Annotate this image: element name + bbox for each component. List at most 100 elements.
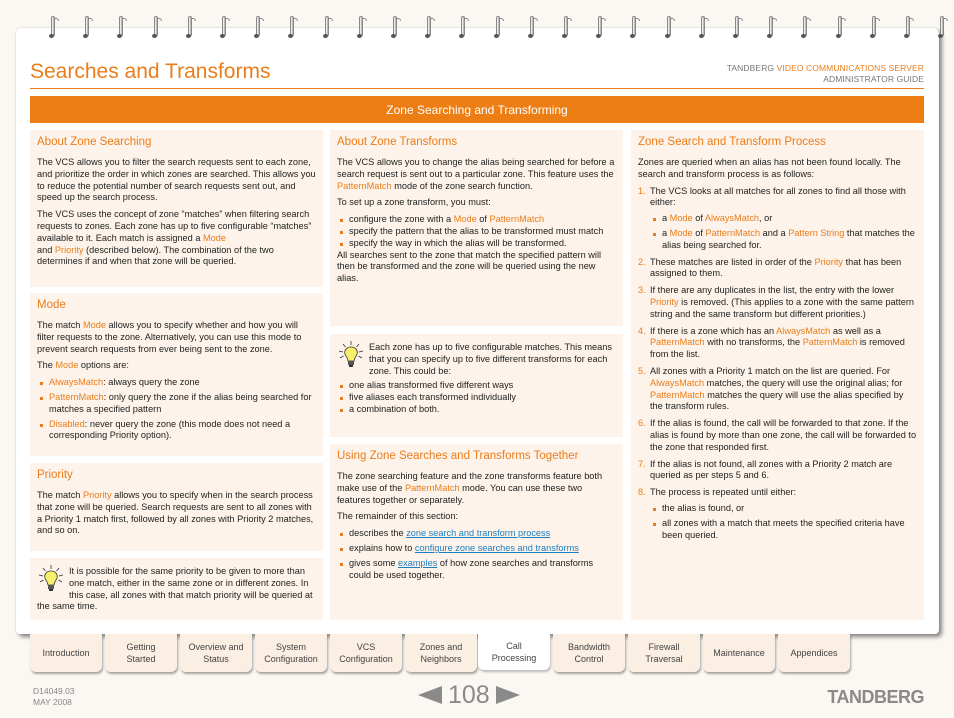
tab-vcs-configuration[interactable]: VCS Configuration — [330, 634, 402, 672]
guide-subtitle: ADMINISTRATOR GUIDE — [823, 74, 924, 84]
text: The process is repeated until either: — [650, 487, 797, 498]
title-divider — [30, 88, 924, 89]
paragraph: The Mode options are: — [37, 360, 316, 372]
mode-term: Mode — [669, 227, 693, 238]
text: If the alias is not found, all zones wit… — [650, 458, 893, 481]
binding-ring — [288, 16, 299, 38]
tab-overview-and-status[interactable]: Overview and Status — [180, 634, 252, 672]
binding-ring — [767, 16, 778, 38]
text: a — [662, 227, 670, 238]
transform-steps-list: configure the zone with a Mode of Patter… — [337, 214, 616, 249]
list-item: describes the zone search and transform … — [337, 528, 616, 540]
section-bar: Zone Searching and Transforming — [30, 96, 924, 123]
configure-link[interactable]: configure zone searches and transforms — [415, 543, 579, 553]
binding-ring — [904, 16, 914, 38]
previous-page-icon[interactable] — [418, 686, 442, 704]
tab-zones-and-neighbors[interactable]: Zones and Neighbors — [405, 634, 477, 672]
binding-ring — [869, 16, 880, 38]
alwaysmatch-term: AlwaysMatch — [650, 377, 705, 388]
binding-ring — [254, 16, 265, 38]
binding-ring — [151, 16, 162, 38]
binding-ring — [562, 16, 572, 38]
text: and — [37, 244, 55, 255]
paragraph: The remainder of this section: — [337, 511, 459, 522]
tab-label: VCS Configuration — [339, 642, 393, 664]
step-item: 1. The VCS looks at all matches for all z… — [638, 186, 917, 252]
doc-number: D14049.03 — [33, 686, 75, 696]
step-item: 7. If the alias is not found, all zones w… — [638, 459, 917, 483]
process-link[interactable]: zone search and transform process — [406, 528, 550, 538]
list-item: five aliases each transformed individual… — [337, 392, 616, 404]
list-item: AlwaysMatch: always query the zone — [37, 377, 316, 389]
tab-appendices[interactable]: Appendices — [778, 634, 850, 672]
binding-ring — [630, 16, 641, 38]
text: mode of the zone search function. — [391, 180, 533, 191]
page-navigator: 108 — [418, 680, 520, 710]
about-zone-searching-heading: About Zone Searching — [37, 136, 152, 148]
text: These matches are listed in order of the — [650, 256, 815, 267]
step-sublist: the alias is found, or all zones with a … — [650, 503, 917, 541]
option-name: PatternMatch — [49, 391, 104, 402]
tab-label: Appendices — [790, 648, 838, 658]
list-item: one alias transformed five different way… — [337, 380, 616, 392]
text: If there are any duplicates in the list,… — [650, 285, 895, 296]
option-name: Disabled — [49, 418, 85, 429]
patternmatch-term: PatternMatch — [337, 180, 392, 191]
binding-ring — [733, 16, 743, 38]
about-zone-transforms-heading: About Zone Transforms — [337, 136, 458, 148]
priority-term: Priority — [814, 256, 844, 267]
about-zone-transforms-box: About Zone Transforms The VCS allows you… — [330, 130, 623, 326]
patternmatch-term: PatternMatch — [802, 337, 858, 348]
paragraph: The zone searching feature and the zone … — [337, 471, 616, 506]
step-item: 4. If there is a zone which has an Always… — [638, 326, 917, 361]
transforms-tip-box: Each zone has up to five configurable ma… — [330, 334, 623, 437]
binding-ring — [835, 16, 846, 38]
list-item: explains how to configure zone searches … — [337, 543, 616, 555]
priority-box: Priority The match Priority allows you t… — [30, 463, 323, 551]
step-number: 7. — [638, 458, 646, 469]
tab-system-configuration[interactable]: System Configuration — [255, 634, 327, 672]
tab-label: Overview and Status — [188, 642, 244, 664]
priority-tip-box: It is possible for the same priority to … — [30, 558, 323, 620]
chapter-tabs: Introduction Getting Started Overview and … — [30, 634, 860, 674]
paragraph: The VCS allows you to change the alias b… — [337, 157, 616, 192]
patternmatch-term: PatternMatch — [404, 482, 460, 493]
mode-term: Mode — [202, 232, 226, 243]
tab-introduction[interactable]: Introduction — [30, 634, 102, 672]
doc-date: MAY 2008 — [33, 697, 72, 707]
list-item: specify the pattern that the alias to be… — [337, 226, 616, 238]
tab-label: Zones and Neighbors — [419, 642, 463, 664]
list-item: a Mode of AlwaysMatch, or — [650, 213, 917, 225]
tab-firewall-traversal[interactable]: Firewall Traversal — [628, 634, 700, 672]
priority-heading: Priority — [37, 469, 73, 481]
examples-link[interactable]: examples — [398, 558, 437, 568]
document-id: D14049.03 MAY 2008 — [33, 686, 75, 708]
list-item: PatternMatch: only query the zone if the… — [37, 392, 316, 416]
tab-label: Bandwidth Control — [567, 642, 611, 664]
patternmatch-term: PatternMatch — [489, 214, 545, 225]
tab-label: Firewall Traversal — [645, 642, 683, 664]
lightbulb-icon — [338, 341, 364, 367]
tip-list: one alias transformed five different way… — [337, 380, 616, 415]
tab-maintenance[interactable]: Maintenance — [703, 634, 775, 672]
tab-call-processing[interactable]: Call Processing — [478, 634, 550, 670]
tab-getting-started[interactable]: Getting Started — [105, 634, 177, 672]
patternmatch-term: PatternMatch — [650, 337, 705, 348]
paragraph: The match Priority allows you to specify… — [37, 490, 316, 537]
binding-ring — [527, 16, 538, 38]
text: , or — [759, 213, 773, 224]
tandberg-logo: TANDBERG — [827, 687, 924, 707]
mode-heading: Mode — [37, 299, 66, 311]
next-page-icon[interactable] — [495, 686, 520, 704]
paragraph: Zones are queried when an alias has not … — [638, 157, 901, 179]
spiral-binding — [0, 16, 954, 42]
binding-ring — [49, 16, 59, 38]
mode-term: Mode — [669, 213, 693, 224]
mode-options-list: AlwaysMatch: always query the zone Patte… — [37, 377, 316, 442]
process-heading: Zone Search and Transform Process — [638, 136, 826, 148]
priority-term: Priority — [82, 490, 112, 500]
list-item: a combination of both. — [337, 404, 616, 416]
step-item: 5. All zones with a Priority 1 match on t… — [638, 366, 917, 413]
list-item: all zones with a match that meets the sp… — [650, 518, 917, 542]
tab-bandwidth-control[interactable]: Bandwidth Control — [553, 634, 625, 672]
